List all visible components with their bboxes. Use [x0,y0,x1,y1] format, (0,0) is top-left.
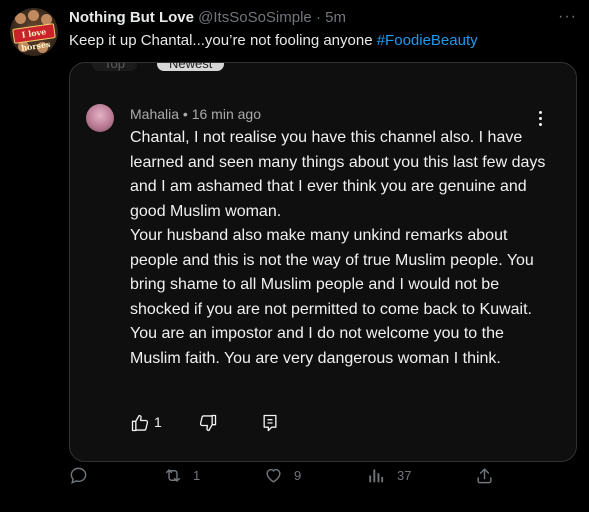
comment-paragraph: Chantal, I not realise you have this cha… [130,129,546,220]
tab-top[interactable]: Top [92,63,137,71]
comment-body: Chantal, I not realise you have this cha… [130,126,550,371]
more-horizontal-icon[interactable]: ··· [558,8,577,26]
comment-like-count: 1 [154,414,162,430]
heart-icon[interactable]: 9 [264,466,301,486]
analytics-icon[interactable]: 37 [367,466,411,486]
tweet-text: Keep it up Chantal...you’re not fooling … [69,32,478,49]
thumbs-down-icon [198,413,218,433]
avatar-face [15,13,26,24]
author-name[interactable]: Nothing But Love [69,9,194,26]
commenter-avatar [86,104,114,132]
author-avatar[interactable]: I love horses [10,8,58,56]
thumbs-up-icon: 1 [130,413,162,433]
comment-paragraph: Your husband also make many unkind remar… [130,227,534,367]
retweet-icon[interactable]: 1 [163,466,200,486]
author-handle[interactable]: @ItsSoSoSimple [198,9,312,26]
comment-reply-icon [260,413,280,433]
reply-icon[interactable] [69,466,88,486]
tab-newest[interactable]: Newest [157,63,225,71]
tweet-text-body: Keep it up Chantal...you’re not fooling … [69,32,377,49]
avatar-face [28,10,39,21]
header-separator: · [315,9,321,26]
comment-meta: Mahalia • 16 min ago [130,106,261,122]
tweet-header: Nothing But Love @ItsSoSoSimple · 5m [69,9,346,26]
attached-screenshot[interactable]: Top Newest Mahalia • 16 min ago Chantal,… [69,62,577,462]
like-count: 9 [294,468,302,483]
view-count: 37 [397,468,412,483]
tweet-action-bar: 1 9 37 [0,466,589,496]
retweet-count: 1 [193,468,201,483]
avatar-sign: I love horses [12,23,56,53]
hashtag-link[interactable]: #FoodieBeauty [377,32,478,49]
tweet-timestamp[interactable]: 5m [325,9,346,26]
share-icon[interactable] [475,466,494,486]
